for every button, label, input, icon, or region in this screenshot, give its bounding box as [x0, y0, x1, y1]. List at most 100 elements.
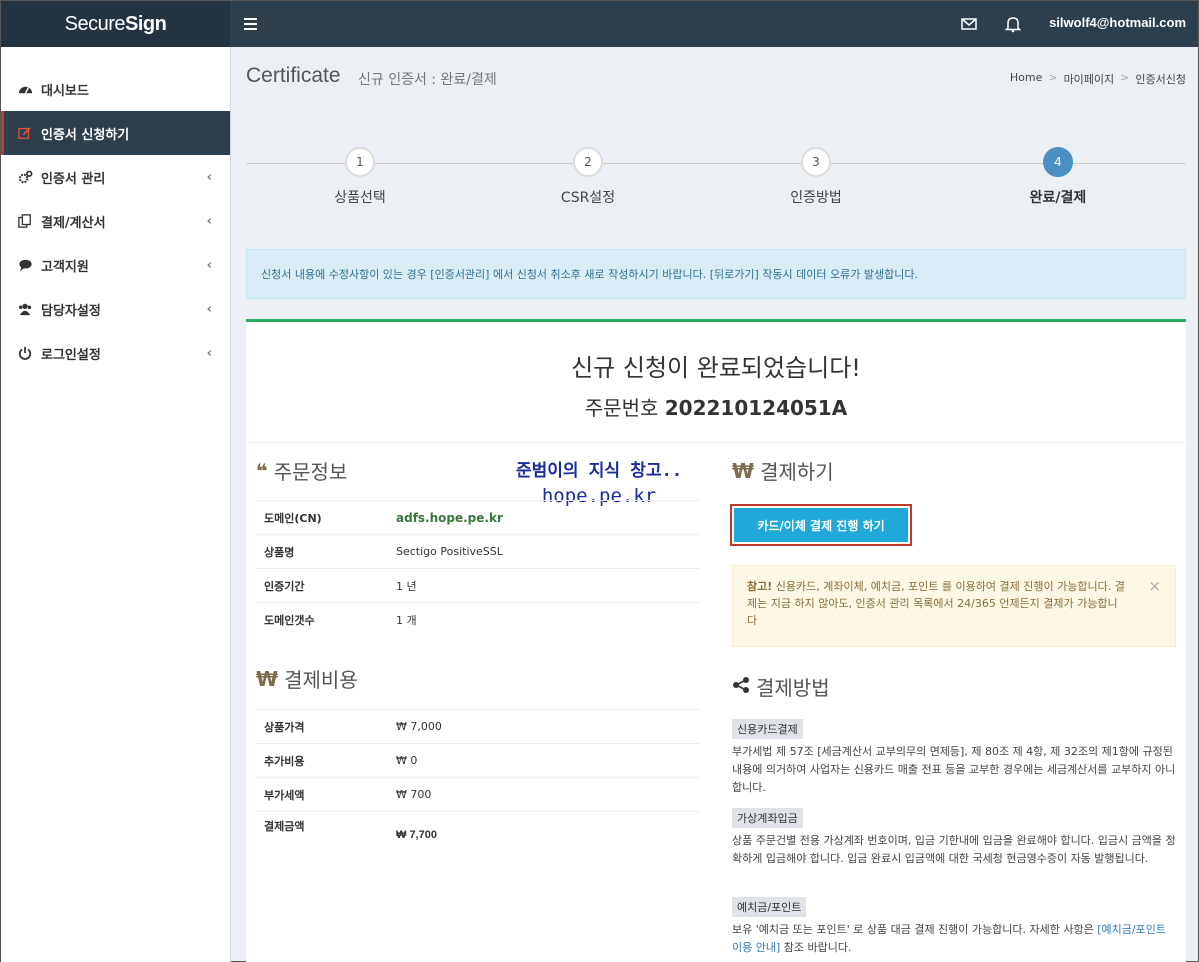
heading-text: 결제하기 — [760, 460, 834, 484]
method-tag-vaccount: 가상계좌입금 — [732, 808, 803, 828]
methods-heading: 결제방법 — [732, 672, 830, 701]
row-key: 부가세액 — [256, 777, 388, 812]
sidebar-item-label: 고객지원 — [41, 259, 89, 275]
logo[interactable]: Secure Sign — [1, 1, 230, 47]
row-value: adfs.hope.pe.kr — [388, 500, 700, 535]
user-email[interactable]: silwolf4@hotmail.com — [1049, 15, 1186, 30]
sidebar-item-label: 로그인설정 — [41, 347, 101, 363]
order-number: 주문번호 202210124051A — [246, 392, 1186, 421]
step-label: CSR설정 — [560, 190, 616, 206]
step-number: 2 — [573, 147, 603, 177]
heading-text: 결제방법 — [756, 676, 830, 700]
complete-title: 신규 신청이 완료되었습니다! — [571, 354, 861, 382]
main-content: Certificate 신규 인증서 : 완료/결제 Home > 마이페이지 > … — [232, 47, 1198, 962]
table-row: 인증기간 1 년 — [256, 568, 700, 603]
row-key: 상품가격 — [256, 709, 388, 744]
row-key: 추가비용 — [256, 743, 388, 778]
order-number-value: 202210124051A — [664, 396, 848, 420]
sidebar-item-cert-manage[interactable]: 인증서 관리 ‹ — [1, 155, 230, 199]
table-row: 부가세액 ₩ 700 — [256, 777, 700, 812]
heading-text: 주문정보 — [273, 460, 348, 484]
quote-icon: ❝ — [256, 458, 268, 483]
step-1: 1 상품선택 — [290, 147, 430, 207]
table-row: 도메인갯수 1 개 — [256, 602, 700, 637]
order-info-heading: ❝ 주문정보 — [256, 456, 347, 485]
row-value: Sectigo PositiveSSL — [388, 534, 700, 569]
payment-note-alert: 참고! 신용카드, 계좌이체, 예치금, 포인트 를 이용하여 결제 진행이 가… — [732, 565, 1176, 647]
share-icon — [732, 675, 750, 699]
bell-icon[interactable] — [1004, 15, 1022, 33]
row-key: 인증기간 — [256, 568, 388, 603]
envelope-icon[interactable] — [960, 15, 978, 33]
note-text: 신용카드, 계좌이체, 예치금, 포인트 를 이용하여 결제 진행이 가능합니다… — [747, 580, 1125, 627]
row-value: 1 개 — [388, 602, 700, 637]
step-label: 상품선택 — [334, 190, 386, 206]
table-row: 도메인(CN) adfs.hope.pe.kr — [256, 500, 700, 535]
step-label: 완료/결제 — [1029, 190, 1087, 206]
chevron-left-icon: ‹ — [206, 346, 212, 361]
menu-toggle-icon[interactable] — [244, 14, 258, 34]
sidebar: 대시보드 인증서 신청하기 인증서 관리 ‹ 결제/계산서 ‹ 고객지원 ‹ 담… — [1, 47, 231, 962]
logo-text-a: Secure — [64, 12, 126, 35]
sidebar-item-label: 대시보드 — [41, 83, 89, 99]
row-key: 결제금액 — [256, 811, 388, 858]
table-row: 상품명 Sectigo PositiveSSL — [256, 534, 700, 569]
progress-steps: 1 상품선택 2 CSR설정 3 인증방법 4 완료/결제 — [246, 147, 1186, 217]
order-number-label: 주문번호 — [584, 396, 659, 420]
breadcrumb-current: 인증서신청 — [1135, 73, 1186, 86]
watermark-line1: 준범이의 지식 창고.. — [516, 461, 683, 481]
note-bold: 참고! — [747, 580, 773, 593]
sidebar-item-dashboard[interactable]: 대시보드 — [1, 67, 230, 111]
chevron-left-icon: ‹ — [206, 170, 212, 185]
row-value: ₩ 7,000 — [388, 709, 700, 744]
cost-heading: ₩ 결제비용 — [256, 664, 358, 693]
step-label: 인증방법 — [790, 190, 842, 206]
cost-table: 상품가격 ₩ 7,000 추가비용 ₩ 0 부가세액 ₩ 700 결제금액 ₩ 7,70… — [256, 709, 700, 858]
row-value: ₩ 700 — [388, 777, 700, 812]
page-title: Certificate — [246, 64, 341, 87]
page-subtitle: 신규 인증서 : 완료/결제 — [358, 72, 497, 88]
sidebar-item-support[interactable]: 고객지원 ‹ — [1, 243, 230, 287]
row-key: 도메인갯수 — [256, 602, 388, 637]
sidebar-item-apply-cert[interactable]: 인증서 신청하기 — [1, 111, 230, 155]
sidebar-item-label: 인증서 신청하기 — [41, 127, 130, 143]
step-number: 4 — [1043, 147, 1073, 177]
sidebar-item-label: 결제/계산서 — [41, 215, 106, 231]
users-icon — [17, 301, 33, 317]
table-row: 추가비용 ₩ 0 — [256, 743, 700, 778]
sidebar-item-billing[interactable]: 결제/계산서 ‹ — [1, 199, 230, 243]
breadcrumb: Home > 마이페이지 > 인증서신청 — [1009, 71, 1186, 87]
sidebar-item-manager[interactable]: 담당자설정 ‹ — [1, 287, 230, 331]
won-icon: ₩ — [256, 666, 279, 691]
dashboard-icon — [17, 81, 33, 97]
edit-icon — [17, 125, 33, 141]
close-icon[interactable]: × — [1148, 578, 1161, 595]
power-icon — [17, 345, 33, 361]
complete-box: 신규 신청이 완료되었습니다! 주문번호 202210124051A ❝ 주문정보… — [246, 319, 1186, 962]
step-3: 3 인증방법 — [746, 147, 886, 207]
method-text-after: 참조 바랍니다. — [780, 941, 852, 954]
method-text-card: 부가세법 제 57조 [세금계산서 교부의무의 면제등], 제 80조 제 4항… — [732, 745, 1176, 794]
info-alert: 신청서 내용에 수정사항이 있는 경우 [인증서관리] 에서 신청서 취소후 새… — [246, 249, 1186, 299]
won-icon: ₩ — [732, 458, 755, 483]
breadcrumb-home[interactable]: Home — [1010, 71, 1042, 87]
step-4: 4 완료/결제 — [988, 147, 1128, 207]
chevron-left-icon: ‹ — [206, 258, 212, 273]
row-value: 1 년 — [388, 568, 700, 603]
table-row: 상품가격 ₩ 7,000 — [256, 709, 700, 744]
row-key: 상품명 — [256, 534, 388, 569]
breadcrumb-mypage[interactable]: 마이페이지 — [1064, 71, 1115, 87]
step-number: 1 — [345, 147, 375, 177]
card-transfer-pay-button[interactable]: 카드/이체 결제 진행 하기 — [730, 504, 912, 546]
method-text-vaccount: 상품 주문건별 전용 가상계좌 번호이며, 입금 기한내에 입금을 완료해야 합… — [732, 834, 1176, 865]
sidebar-item-login[interactable]: 로그인설정 ‹ — [1, 331, 230, 375]
pay-button-label: 카드/이체 결제 진행 하기 — [734, 508, 908, 542]
step-number: 3 — [801, 147, 831, 177]
method-tag-deposit: 예치금/포인트 — [732, 897, 807, 917]
logo-text-b: Sign — [125, 12, 167, 35]
total-amount: ₩ 7,700 — [388, 811, 700, 858]
chevron-left-icon: ‹ — [206, 302, 212, 317]
table-row: 결제금액 ₩ 7,700 — [256, 811, 700, 858]
step-2: 2 CSR설정 — [518, 147, 658, 207]
row-key: 도메인(CN) — [256, 500, 388, 535]
